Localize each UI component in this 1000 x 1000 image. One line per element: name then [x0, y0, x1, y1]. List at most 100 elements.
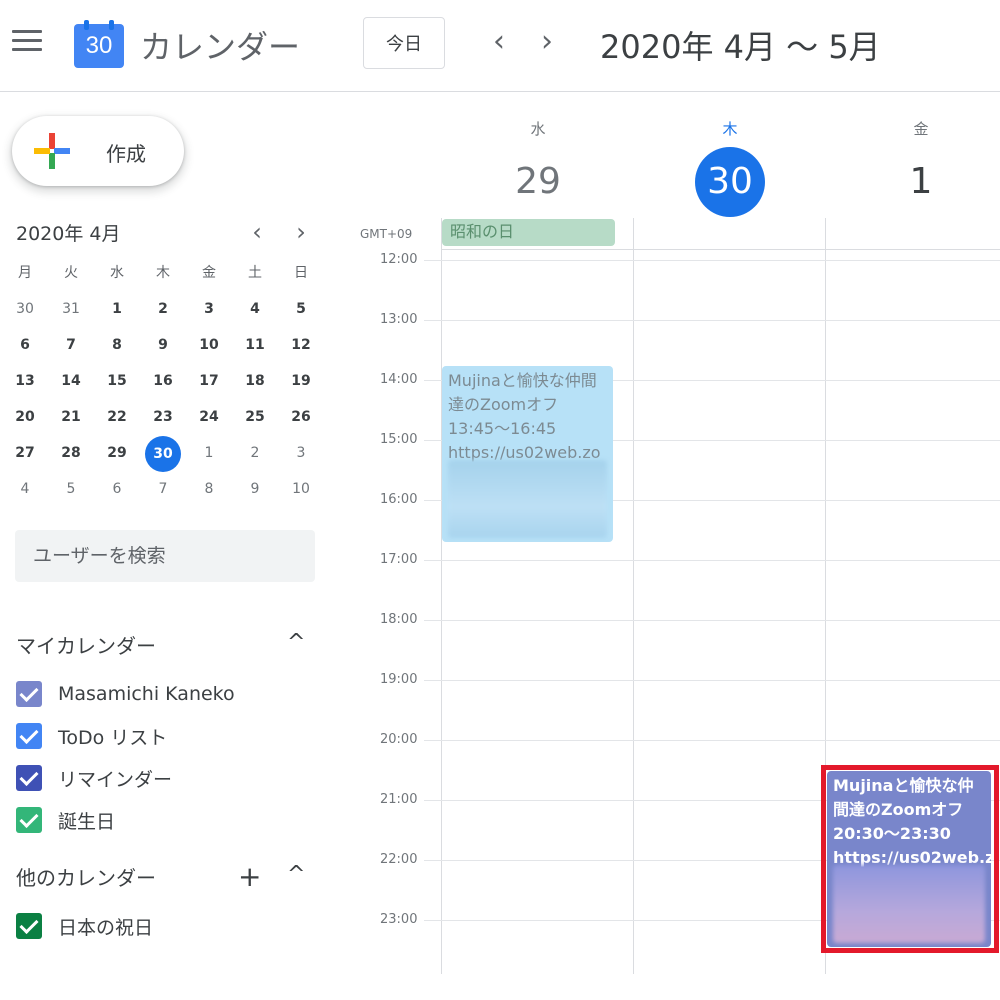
checkbox-checked-icon[interactable] [16, 913, 42, 939]
hour-label: 20:00 [380, 732, 418, 747]
calendar-list-item[interactable]: 誕生日 [16, 806, 115, 834]
mini-day[interactable]: 23 [141, 400, 185, 434]
mini-day[interactable]: 24 [187, 400, 231, 434]
mini-weekday-label: 木 [156, 265, 170, 281]
mini-weekday-label: 日 [294, 265, 308, 281]
timezone-label: GMT+09 [360, 227, 413, 241]
calendar-list-item[interactable]: 日本の祝日 [16, 912, 153, 940]
day-header-wed[interactable]: 水 29 [443, 118, 633, 217]
mini-day[interactable]: 7 [49, 328, 93, 362]
hour-gridline [424, 320, 1000, 321]
hour-label: 12:00 [380, 252, 418, 267]
hour-label: 14:00 [380, 372, 418, 387]
calendar-list-item[interactable]: ToDo リスト [16, 722, 167, 750]
mini-day[interactable]: 3 [187, 292, 231, 326]
calendar-event[interactable]: Mujinaと愉快な仲間達のZoomオフ 13:45～16:45 https:/… [442, 366, 613, 542]
other-calendars-title[interactable]: 他のカレンダー [16, 862, 156, 891]
mini-day[interactable]: 16 [141, 364, 185, 398]
mini-day[interactable]: 4 [233, 292, 277, 326]
mini-day[interactable]: 25 [233, 400, 277, 434]
mini-day[interactable]: 2 [141, 292, 185, 326]
mini-day[interactable]: 22 [95, 400, 139, 434]
mini-day[interactable]: 18 [233, 364, 277, 398]
day-number[interactable]: 1 [826, 147, 1000, 217]
create-button[interactable]: 作成 [12, 116, 184, 186]
event-title: Mujinaと愉快な仲間達のZoomオフ [448, 371, 597, 414]
hour-label: 21:00 [380, 792, 418, 807]
calendar-list-item[interactable]: リマインダー [16, 764, 172, 792]
mini-weekday-label: 土 [248, 265, 262, 281]
holiday-event[interactable]: 昭和の日 [442, 219, 615, 246]
mini-day[interactable]: 11 [233, 328, 277, 362]
checkbox-checked-icon[interactable] [16, 807, 42, 833]
mini-day[interactable]: 13 [3, 364, 47, 398]
checkbox-checked-icon[interactable] [16, 765, 42, 791]
mini-day[interactable]: 31 [49, 292, 93, 326]
calendar-name: 日本の祝日 [58, 916, 154, 939]
calendar-name: 誕生日 [58, 810, 116, 833]
mini-day[interactable]: 17 [187, 364, 231, 398]
mini-day[interactable]: 9 [233, 472, 277, 506]
hour-label: 16:00 [380, 492, 418, 507]
mini-day[interactable]: 2 [233, 436, 277, 470]
mini-day-selected[interactable]: 30 [141, 436, 185, 472]
mini-day[interactable]: 15 [95, 364, 139, 398]
day-of-week: 水 [530, 120, 546, 138]
calendar-list-item[interactable]: Masamichi Kaneko [16, 680, 235, 708]
add-calendar-icon[interactable]: + [238, 860, 261, 893]
hour-gridline [424, 260, 1000, 261]
hour-label: 18:00 [380, 612, 418, 627]
search-users-input[interactable]: ユーザーを検索 [15, 530, 315, 582]
top-bar: 30 カレンダー 今日 ‹ › 2020年 4月 ～ 5月 [0, 0, 1000, 92]
mini-day[interactable]: 12 [279, 328, 323, 362]
mini-day[interactable]: 29 [95, 436, 139, 470]
mini-day[interactable]: 26 [279, 400, 323, 434]
plus-icon [34, 133, 70, 169]
mini-day[interactable]: 8 [95, 328, 139, 362]
my-calendars-collapse-icon[interactable]: ^ [287, 630, 305, 655]
mini-day[interactable]: 8 [187, 472, 231, 506]
hour-label: 15:00 [380, 432, 418, 447]
mini-day[interactable]: 10 [187, 328, 231, 362]
mini-day[interactable]: 6 [95, 472, 139, 506]
today-button[interactable]: 今日 [363, 17, 445, 69]
mini-day[interactable]: 19 [279, 364, 323, 398]
mini-day[interactable]: 3 [279, 436, 323, 470]
other-calendars-collapse-icon[interactable]: ^ [287, 862, 305, 887]
hour-gridline [424, 740, 1000, 741]
checkbox-checked-icon[interactable] [16, 723, 42, 749]
calendar-name: ToDo リスト [58, 726, 168, 749]
hour-gridline [424, 560, 1000, 561]
day-header-thu[interactable]: 木 30 [635, 118, 825, 217]
mini-day[interactable]: 30 [3, 292, 47, 326]
mini-day[interactable]: 21 [49, 400, 93, 434]
checkbox-checked-icon[interactable] [16, 681, 42, 707]
mini-day[interactable]: 20 [3, 400, 47, 434]
my-calendars-title[interactable]: マイカレンダー [16, 630, 156, 659]
mini-day[interactable]: 5 [49, 472, 93, 506]
day-number-today[interactable]: 30 [695, 147, 765, 217]
mini-day[interactable]: 10 [279, 472, 323, 506]
chevron-left-icon[interactable]: ‹ [484, 26, 514, 60]
mini-day[interactable]: 6 [3, 328, 47, 362]
main-menu-icon[interactable] [12, 30, 42, 54]
mini-day[interactable]: 5 [279, 292, 323, 326]
mini-day[interactable]: 9 [141, 328, 185, 362]
day-header-fri[interactable]: 金 1 [826, 118, 1000, 217]
mini-day[interactable]: 27 [3, 436, 47, 470]
mini-day[interactable]: 1 [95, 292, 139, 326]
day-number[interactable]: 29 [443, 147, 633, 217]
mini-day[interactable]: 1 [187, 436, 231, 470]
mini-day[interactable]: 14 [49, 364, 93, 398]
calendar-name: Masamichi Kaneko [58, 683, 235, 705]
mini-day[interactable]: 7 [141, 472, 185, 506]
mini-weekday-label: 水 [110, 265, 124, 281]
chevron-right-icon[interactable]: › [532, 26, 562, 60]
mini-day[interactable]: 4 [3, 472, 47, 506]
calendar-logo-icon[interactable]: 30 [74, 20, 124, 68]
create-button-label: 作成 [106, 142, 146, 166]
mini-day[interactable]: 28 [49, 436, 93, 470]
highlight-box [821, 765, 999, 953]
mini-prev-month-icon[interactable]: ‹ [244, 218, 270, 246]
mini-next-month-icon[interactable]: › [288, 218, 314, 246]
